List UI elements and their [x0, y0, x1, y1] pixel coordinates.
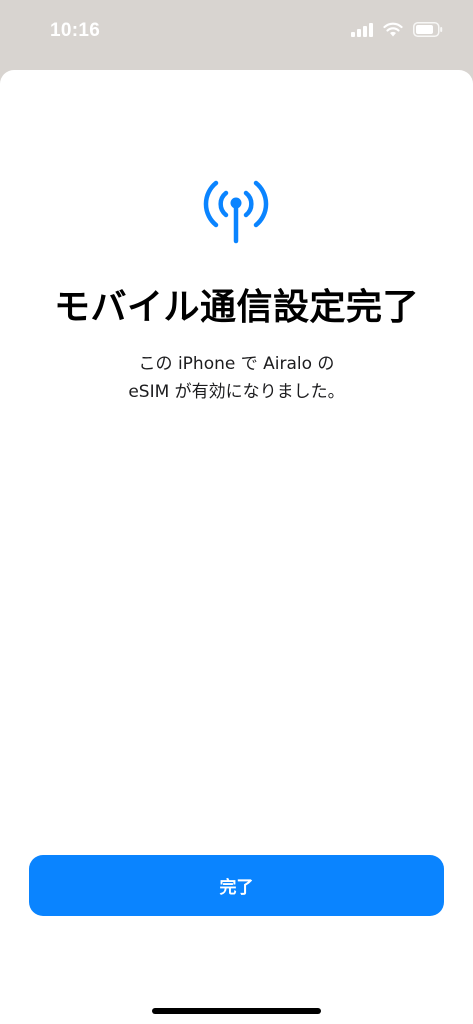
home-indicator[interactable]	[152, 1008, 321, 1014]
status-icons	[351, 22, 443, 37]
antenna-signal-icon	[196, 175, 276, 247]
battery-icon	[413, 22, 443, 37]
done-button[interactable]: 完了	[29, 855, 444, 916]
subtitle-line-2: eSIM が有効になりました。	[128, 382, 345, 402]
status-time: 10:16	[50, 20, 101, 41]
page-subtitle: この iPhone で Airalo の eSIM が有効になりました。	[0, 350, 473, 406]
wifi-icon	[383, 22, 403, 37]
activation-sheet: モバイル通信設定完了 この iPhone で Airalo の eSIM が有効…	[0, 70, 473, 1024]
page-title: モバイル通信設定完了	[53, 287, 419, 328]
cellular-signal-icon	[351, 22, 373, 37]
subtitle-line-1: この iPhone で Airalo の	[138, 354, 335, 374]
status-bar: 10:16	[0, 0, 473, 64]
